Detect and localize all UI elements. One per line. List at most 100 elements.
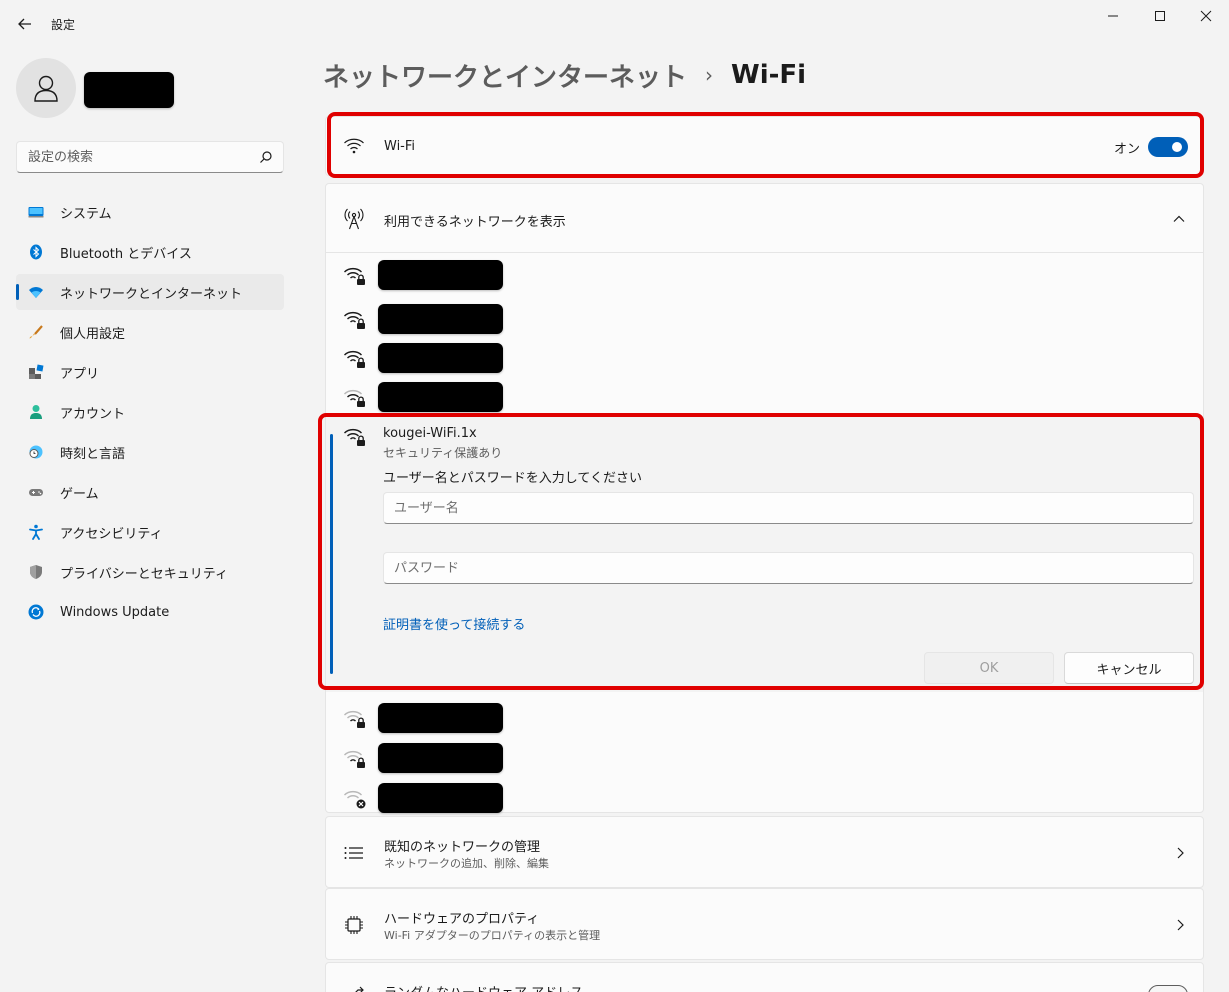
sidebar-item-label: アカウント: [60, 406, 126, 422]
sidebar-item-label: 個人用設定: [60, 326, 126, 342]
known-networks-subtitle: ネットワークの追加、削除、編集: [384, 857, 549, 870]
system-display-icon: [28, 204, 44, 220]
network-name: kougei-WiFi.1x: [383, 426, 477, 441]
sidebar-item-label: Windows Update: [60, 604, 170, 620]
network-item[interactable]: [326, 740, 1203, 776]
sidebar-item-label: Bluetooth とデバイス: [60, 246, 192, 262]
network-item[interactable]: [326, 379, 1203, 415]
list-icon: [343, 842, 365, 864]
sidebar-item-network[interactable]: ネットワークとインターネット: [16, 274, 284, 310]
network-name-redacted: [378, 703, 503, 733]
network-name-redacted: [378, 743, 503, 773]
sidebar-item-label: プライバシーとセキュリティ: [60, 566, 228, 582]
known-networks-row[interactable]: 既知のネットワークの管理 ネットワークの追加、削除、編集: [325, 816, 1204, 888]
wifi-secured-icon: [344, 428, 365, 446]
paintbrush-icon: [28, 324, 44, 340]
close-icon: [1200, 10, 1212, 22]
maximize-button[interactable]: [1137, 0, 1183, 32]
wifi-secured-icon: [344, 267, 365, 285]
network-item[interactable]: [326, 257, 1203, 293]
sidebar-item-label: ネットワークとインターネット: [60, 286, 243, 302]
random-hardware-address-row: ランダムなハードウェア アドレス: [325, 962, 1204, 992]
certificate-connect-link[interactable]: 証明書を使って接続する: [383, 614, 525, 633]
wifi-secured-icon: [344, 311, 365, 329]
breadcrumb: ネットワークとインターネット › Wi-Fi: [323, 55, 806, 95]
chevron-right-icon: [1177, 847, 1184, 859]
network-wifi-icon: [28, 284, 44, 300]
windows-update-icon: [28, 604, 44, 620]
account-icon: [28, 404, 44, 420]
toggle-knob: [1172, 142, 1182, 152]
networks-header[interactable]: 利用できるネットワークを表示: [326, 184, 1203, 253]
sidebar-item-label: アプリ: [60, 366, 100, 382]
sidebar-item-time-language[interactable]: 時刻と言語: [16, 434, 284, 470]
network-item[interactable]: [326, 780, 1203, 816]
network-name-redacted: [378, 260, 503, 290]
wifi-secured-icon: [344, 350, 365, 368]
password-input[interactable]: [384, 553, 1193, 583]
sidebar-item-windows-update[interactable]: Windows Update: [16, 594, 284, 630]
network-name-redacted: [378, 783, 503, 813]
sidebar-item-bluetooth[interactable]: Bluetooth とデバイス: [16, 234, 284, 270]
expanded-network-panel: kougei-WiFi.1x セキュリティ保護あり ユーザー名とパスワードを入力…: [326, 417, 1203, 692]
close-button[interactable]: [1183, 0, 1229, 32]
password-field[interactable]: [383, 552, 1194, 584]
accessibility-icon: [28, 524, 44, 540]
wifi-toggle-switch[interactable]: [1148, 137, 1188, 157]
gamepad-icon: [28, 484, 44, 500]
minimize-icon: [1108, 15, 1118, 17]
hardware-properties-row[interactable]: ハードウェアのプロパティ Wi-Fi アダプターのプロパティの表示と管理: [325, 888, 1204, 960]
sidebar-item-label: ゲーム: [60, 486, 99, 502]
wifi-toggle-card: Wi-Fi オン: [325, 116, 1204, 176]
sidebar-item-system[interactable]: システム: [16, 194, 284, 230]
antenna-icon: [343, 208, 365, 230]
sidebar-nav: システム Bluetooth とデバイス ネットワークとインターネット 個人用設…: [16, 194, 284, 634]
known-networks-title: 既知のネットワークの管理: [384, 840, 541, 855]
title-bar: 設定: [0, 0, 1229, 48]
clock-globe-icon: [28, 444, 44, 460]
shuffle-icon: [343, 983, 365, 992]
chip-icon: [343, 914, 365, 936]
wifi-secured-weak-icon: [344, 389, 365, 407]
network-name-redacted: [378, 343, 503, 373]
sidebar-item-gaming[interactable]: ゲーム: [16, 474, 284, 510]
hardware-properties-title: ハードウェアのプロパティ: [384, 912, 540, 927]
wifi-secured-weak-icon: [344, 750, 365, 768]
credentials-prompt: ユーザー名とパスワードを入力してください: [383, 471, 642, 486]
search-input[interactable]: [17, 142, 247, 172]
back-button[interactable]: [14, 14, 36, 34]
sidebar-item-privacy[interactable]: プライバシーとセキュリティ: [16, 554, 284, 590]
sidebar-item-accounts[interactable]: アカウント: [16, 394, 284, 430]
search-icon[interactable]: [259, 150, 273, 164]
user-name-redacted: [84, 72, 174, 108]
settings-search[interactable]: [16, 141, 284, 173]
breadcrumb-separator: ›: [705, 63, 714, 87]
username-input[interactable]: [384, 493, 1193, 523]
breadcrumb-parent[interactable]: ネットワークとインターネット: [323, 57, 687, 94]
sidebar-item-label: 時刻と言語: [60, 446, 126, 462]
random-address-toggle[interactable]: [1148, 985, 1188, 992]
chevron-up-icon[interactable]: [1172, 212, 1186, 226]
sidebar-item-personalization[interactable]: 個人用設定: [16, 314, 284, 350]
wifi-secured-weak-icon: [344, 710, 365, 728]
sidebar-item-apps[interactable]: アプリ: [16, 354, 284, 390]
networks-header-label: 利用できるネットワークを表示: [384, 215, 566, 230]
hardware-properties-subtitle: Wi-Fi アダプターのプロパティの表示と管理: [384, 929, 601, 942]
network-item[interactable]: [326, 340, 1203, 376]
selection-indicator: [330, 434, 333, 674]
network-item[interactable]: [326, 700, 1203, 736]
ok-button[interactable]: OK: [924, 652, 1054, 684]
maximize-icon: [1155, 11, 1165, 21]
wifi-unavailable-icon: [344, 790, 366, 809]
chevron-right-icon: [1177, 919, 1184, 931]
minimize-button[interactable]: [1090, 0, 1136, 32]
cancel-button[interactable]: キャンセル: [1064, 652, 1194, 684]
username-field[interactable]: [383, 492, 1194, 524]
wifi-icon: [343, 135, 365, 157]
network-name-redacted: [378, 382, 503, 412]
avatar[interactable]: [16, 58, 76, 118]
network-item[interactable]: [326, 301, 1203, 337]
apps-icon: [28, 364, 44, 380]
sidebar-item-label: システム: [60, 206, 112, 222]
sidebar-item-accessibility[interactable]: アクセシビリティ: [16, 514, 284, 550]
